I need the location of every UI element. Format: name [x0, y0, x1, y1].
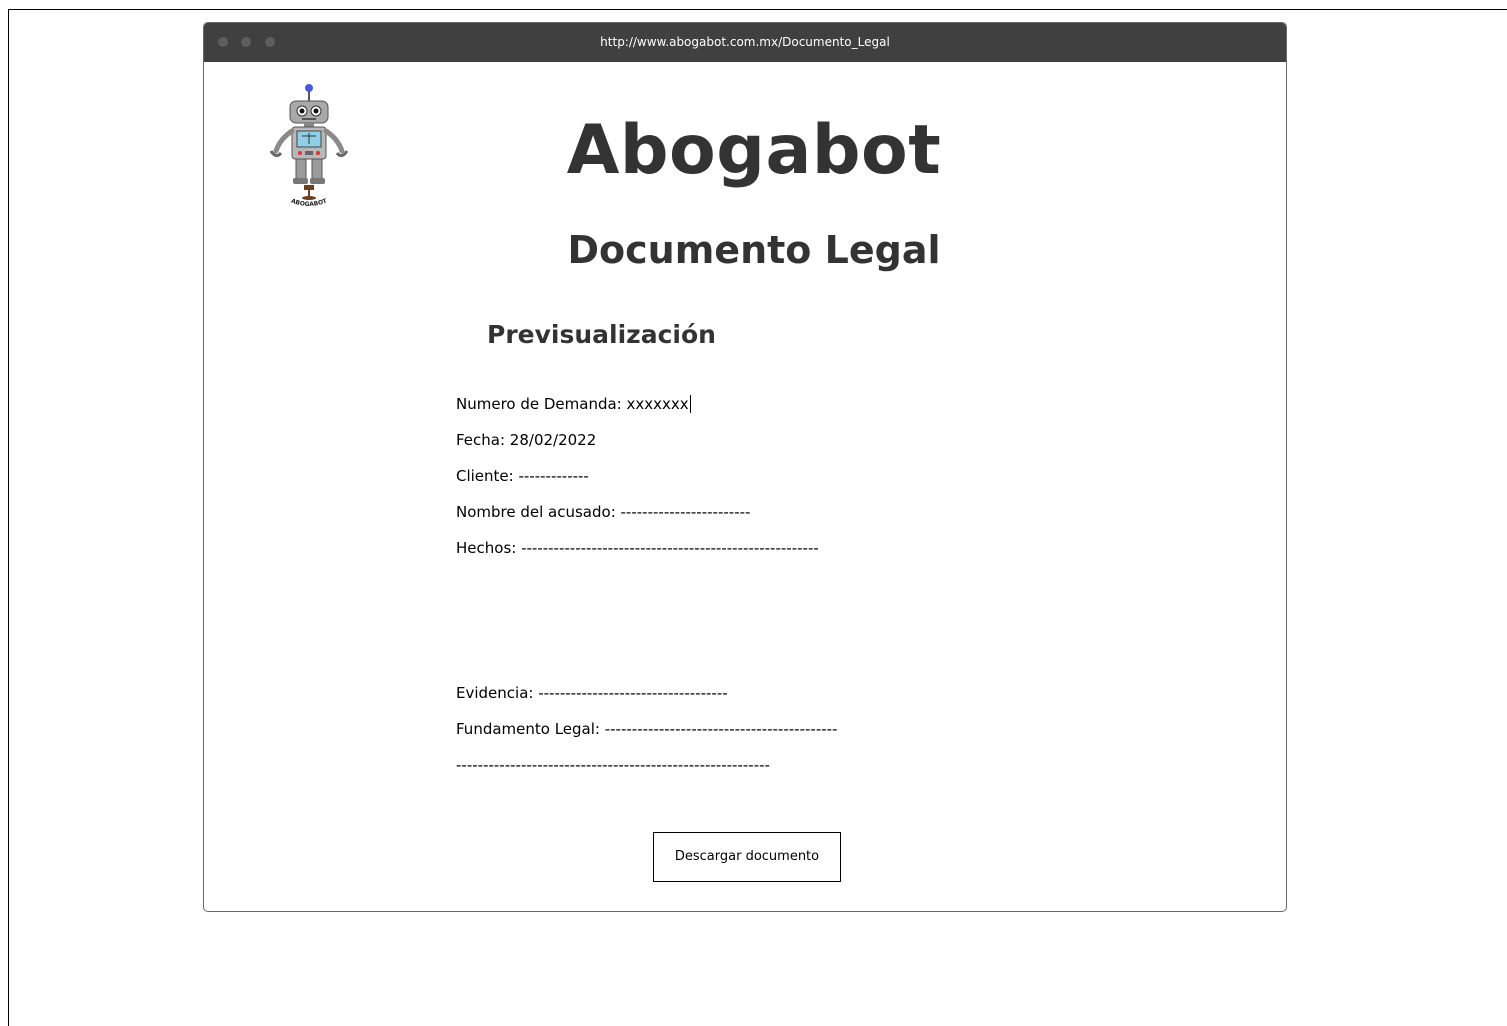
- brand-title: Abogabot: [566, 111, 942, 190]
- field-fecha: Fecha: 28/02/2022: [456, 431, 597, 449]
- page-title: Documento Legal: [567, 228, 941, 272]
- field-fundamento-legal: Fundamento Legal: ----------------------…: [456, 720, 838, 738]
- field-nombre-acusado: Nombre del acusado: --------------------…: [456, 503, 751, 521]
- field-hechos: Hechos: --------------------------------…: [456, 539, 819, 557]
- preview-heading: Previsualización: [487, 320, 716, 349]
- field-cliente: Cliente: -------------: [456, 467, 589, 485]
- browser-titlebar: http://www.abogabot.com.mx/Documento_Leg…: [204, 23, 1286, 62]
- field-numero-demanda[interactable]: Numero de Demanda: xxxxxxx: [456, 395, 691, 413]
- download-document-button[interactable]: Descargar documento: [653, 832, 841, 882]
- field-evidencia: Evidencia: -----------------------------…: [456, 684, 728, 702]
- text-cursor: [689, 395, 691, 413]
- address-bar-url[interactable]: http://www.abogabot.com.mx/Documento_Leg…: [204, 23, 1286, 62]
- field-numero-demanda-text: Numero de Demanda: xxxxxxx: [456, 395, 689, 413]
- browser-window: http://www.abogabot.com.mx/Documento_Leg…: [203, 22, 1287, 912]
- field-continuation-line: ----------------------------------------…: [456, 756, 770, 774]
